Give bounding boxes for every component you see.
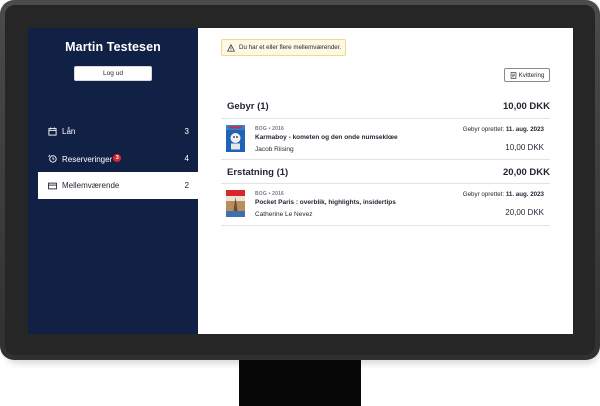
item-date: Gebyr oprettet: 11. aug. 2023 xyxy=(463,191,544,198)
sidebar-item-reservations[interactable]: Reserveringer 3 4 xyxy=(38,145,198,172)
monitor-stand xyxy=(239,360,361,406)
item-date: Gebyr oprettet: 11. aug. 2023 xyxy=(463,126,544,133)
item-title: Pocket Paris : overblik, highlights, ins… xyxy=(255,199,396,206)
calendar-icon xyxy=(47,127,57,137)
reservation-icon xyxy=(47,154,57,164)
item-date-value: 11. aug. 2023 xyxy=(505,126,544,133)
sidebar-item-label: Lån xyxy=(62,127,76,136)
item-date-label: Gebyr oprettet: xyxy=(462,126,505,133)
main-content: Du har et eller flere mellemværender. Kv… xyxy=(198,28,573,334)
section-title: Erstatning (1) xyxy=(227,166,289,178)
sidebar-item-count: 2 xyxy=(184,181,189,190)
user-name: Martin Testesen xyxy=(65,40,161,54)
section-total: 20,00 DKK xyxy=(503,166,550,178)
notification-badge: 3 xyxy=(113,153,122,162)
receipt-button[interactable]: Kvittering xyxy=(504,68,550,82)
item-date-label: Gebyr oprettet: xyxy=(462,191,505,198)
logout-button[interactable]: Log ud xyxy=(74,66,152,81)
sidebar-item-label: Reserveringer 3 xyxy=(62,153,185,164)
alert-banner: Du har et eller flere mellemværender. xyxy=(221,39,346,56)
section-total: 10,00 DKK xyxy=(503,100,550,112)
item-meta: BOG • 2016 xyxy=(255,126,285,132)
sidebar-item-label: Mellemværende xyxy=(62,181,120,190)
sidebar-item-debts[interactable]: Mellemværende 2 xyxy=(38,172,198,199)
book-cover-image xyxy=(226,190,245,217)
receipt-label: Kvittering xyxy=(518,71,545,79)
sidebar-item-count: 4 xyxy=(184,154,189,163)
item-meta: BOG • 2016 xyxy=(255,191,285,197)
section-title: Gebyr (1) xyxy=(227,100,269,112)
divider xyxy=(221,118,550,119)
list-item[interactable]: BOG • 2016 Karmaboy - kometen og den ond… xyxy=(221,120,550,158)
sidebar-item-count: 3 xyxy=(184,127,189,136)
receipt-icon xyxy=(510,71,516,79)
sidebar-item-loans[interactable]: Lån 3 xyxy=(38,118,198,145)
screen: Martin Testesen Log ud Lån 3 Reservering… xyxy=(28,28,573,334)
alert-text: Du har et eller flere mellemværender. xyxy=(239,44,342,51)
item-date-value: 11. aug. 2023 xyxy=(505,191,544,198)
warning-icon xyxy=(227,43,235,52)
card-icon xyxy=(47,181,57,191)
item-title: Karmaboy - kometen og den onde numseklœe xyxy=(255,134,398,141)
item-author: Jacob Riising xyxy=(255,146,294,153)
list-item[interactable]: BOG • 2016 Pocket Paris : overblik, high… xyxy=(221,185,550,223)
divider xyxy=(221,183,550,184)
sidebar: Martin Testesen Log ud Lån 3 Reservering… xyxy=(28,28,198,334)
sidebar-item-label-text: Reserveringer xyxy=(62,154,113,164)
section-header-compensation: Erstatning (1) 20,00 DKK xyxy=(227,165,550,179)
item-amount: 10,00 DKK xyxy=(505,143,544,152)
divider xyxy=(221,159,550,160)
book-cover-image xyxy=(226,125,245,152)
item-author: Catherine Le Nevez xyxy=(255,211,313,218)
divider xyxy=(221,225,550,226)
section-header-fees: Gebyr (1) 10,00 DKK xyxy=(227,99,550,113)
item-amount: 20,00 DKK xyxy=(505,208,544,217)
